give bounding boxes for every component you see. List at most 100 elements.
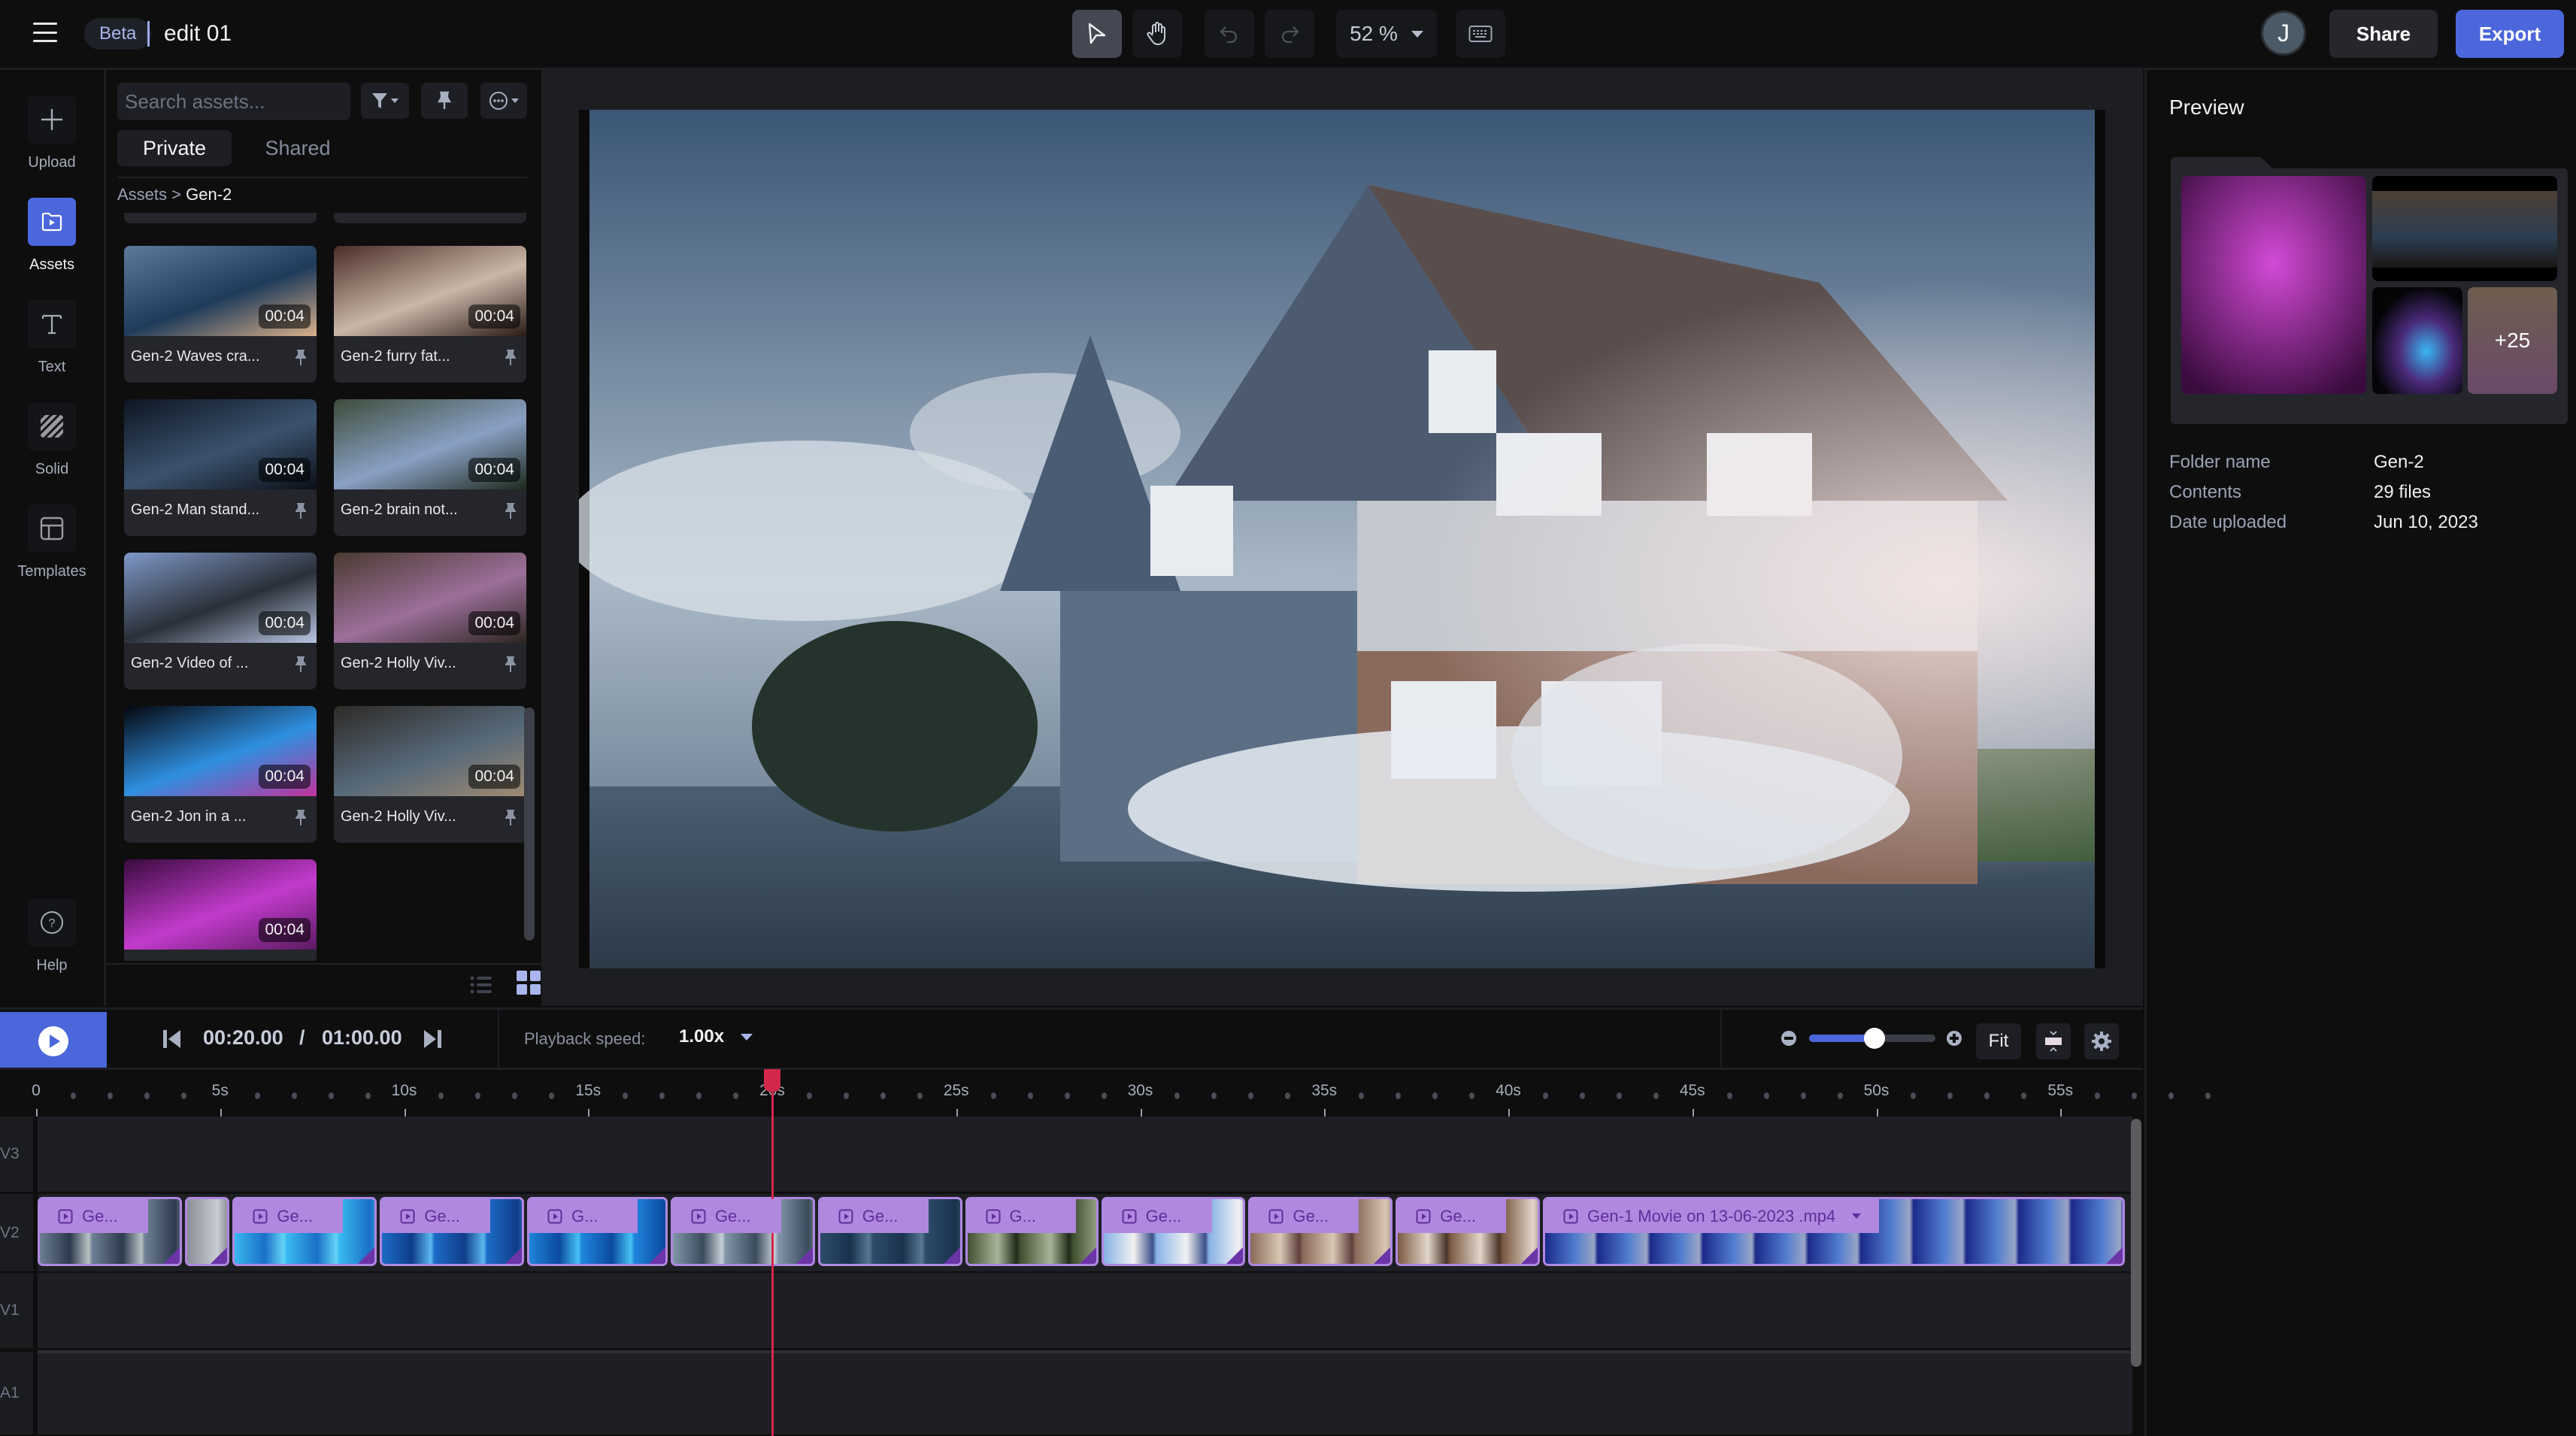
rail-item-help[interactable]: ? Help [0, 898, 104, 974]
share-button[interactable]: Share [2329, 10, 2438, 58]
playback-speed-dropdown[interactable]: 1.00x [679, 1026, 753, 1047]
folder-preview[interactable]: +25 [2171, 157, 2568, 424]
rail-item-text[interactable]: Text [0, 300, 104, 376]
timeline-clip[interactable]: G... [965, 1197, 1099, 1266]
skip-to-end-button[interactable] [423, 1029, 442, 1053]
select-tool-button[interactable] [1072, 10, 1122, 58]
timeline-clip[interactable]: Gen-1 Movie on 13-06-2023 .mp4 [1543, 1197, 2126, 1266]
pin-icon[interactable] [295, 350, 307, 370]
track-lane[interactable] [38, 1352, 2132, 1434]
pin-icon[interactable] [295, 810, 307, 830]
timeline-clip[interactable]: G... [527, 1197, 668, 1266]
asset-card[interactable]: 00:04 Gen-2 Waves cra... [124, 246, 317, 383]
clip-trim-handle[interactable] [648, 1247, 665, 1264]
pin-icon[interactable] [295, 503, 307, 523]
clip-trim-handle[interactable] [211, 1247, 228, 1264]
redo-button[interactable] [1265, 10, 1314, 58]
pin-icon[interactable] [505, 810, 517, 830]
timeline-scrollbar[interactable] [2131, 1119, 2141, 1367]
clip-trim-handle[interactable] [2106, 1247, 2123, 1264]
meta-value: 29 files [2374, 482, 2432, 502]
assets-scrollbar[interactable] [524, 707, 535, 941]
ruler-minor-tick [1616, 1092, 1622, 1099]
zoom-level-dropdown[interactable]: 52 % [1336, 10, 1437, 58]
folder-play-icon [41, 212, 62, 232]
asset-card[interactable]: 00:04 Gen-2 brain not... [334, 399, 526, 536]
timeline-clip[interactable]: Ge... [670, 1197, 815, 1266]
clip-label: Ge... [1293, 1206, 1329, 1225]
play-button[interactable] [0, 1012, 107, 1070]
ruler-minor-tick [1542, 1092, 1548, 1099]
timeline-clip[interactable]: Ge... [38, 1197, 182, 1266]
rail-item-upload[interactable]: Upload [0, 95, 104, 171]
clip-trim-handle[interactable] [943, 1247, 960, 1264]
asset-card[interactable]: 00:04 Gen-2 Holly Viv... [334, 706, 526, 843]
timeline-ruler[interactable]: 05s10s15s20s25s30s35s40s45s50s55s [0, 1068, 2211, 1119]
timeline-clip[interactable]: Ge... [1396, 1197, 1541, 1266]
track-lane[interactable] [38, 1273, 2132, 1348]
timeline-settings-button[interactable] [2084, 1023, 2119, 1059]
rail-item-templates[interactable]: Templates [0, 504, 104, 580]
pin-icon[interactable] [505, 350, 517, 370]
slider-handle[interactable] [1864, 1028, 1886, 1049]
clip-trim-handle[interactable] [162, 1247, 180, 1264]
clip-trim-handle[interactable] [1374, 1247, 1391, 1264]
rail-item-assets[interactable]: Assets [0, 198, 104, 274]
undo-button[interactable] [1205, 10, 1254, 58]
track-v2: V2 Ge... Ge... Ge... G... Ge... Ge... G... Ge...… [0, 1194, 2132, 1271]
asset-card[interactable]: 00:04 Gen-2 Man stand... [124, 399, 317, 536]
clip-trim-handle[interactable] [505, 1247, 523, 1264]
hand-tool-button[interactable] [1132, 10, 1182, 58]
timeline-clip[interactable]: Ge... [380, 1197, 525, 1266]
zoom-in-button[interactable] [1946, 1030, 1962, 1050]
rail-item-solid[interactable]: Solid [0, 402, 104, 478]
track-height-button[interactable] [2036, 1023, 2071, 1059]
grid-view-icon [517, 971, 541, 995]
video-preview-frame[interactable] [579, 110, 2105, 968]
clip-trim-handle[interactable] [796, 1247, 813, 1264]
asset-grid: 00:04 Gen-2 Waves cra... 00:04 Gen-2 furry … [106, 70, 541, 961]
export-button[interactable]: Export [2456, 10, 2564, 58]
ruler-major-tick [1876, 1109, 1878, 1116]
clip-trim-handle[interactable] [1079, 1247, 1096, 1264]
track-lane[interactable] [38, 1116, 2132, 1192]
clip-trim-handle[interactable] [358, 1247, 375, 1264]
ruler-major-tick [1508, 1109, 1510, 1116]
ruler-major-tick [588, 1109, 590, 1116]
pin-icon[interactable] [505, 503, 517, 523]
asset-card[interactable]: 00:04 Gen-2 Jon in a ... [124, 706, 317, 843]
project-title[interactable]: edit 01 [164, 18, 232, 50]
timeline-clip[interactable]: Ge... [817, 1197, 962, 1266]
zoom-out-button[interactable] [1780, 1030, 1797, 1050]
ruler-minor-tick [180, 1092, 186, 1099]
fit-button[interactable]: Fit [1976, 1023, 2021, 1059]
timeline-clip[interactable]: Ge... [1101, 1197, 1246, 1266]
playhead-handle[interactable] [764, 1069, 780, 1092]
playhead-line [771, 1083, 774, 1436]
chevron-down-icon[interactable] [1852, 1213, 1862, 1219]
pin-icon[interactable] [505, 656, 517, 677]
ruler-label: 45s [1679, 1082, 1705, 1099]
track-lane[interactable]: Ge... Ge... Ge... G... Ge... Ge... G... Ge... Ge… [38, 1194, 2132, 1271]
clip-trim-handle[interactable] [1521, 1247, 1538, 1264]
time-separator: / [299, 1026, 305, 1049]
list-view-button[interactable] [470, 974, 492, 1000]
asset-card[interactable]: 00:04 Gen-2 Holly Viv... [334, 553, 526, 689]
clip-video-icon [1268, 1209, 1283, 1223]
timeline-clip[interactable]: Ge... [1248, 1197, 1393, 1266]
pin-icon[interactable] [295, 656, 307, 677]
asset-duration: 00:04 [259, 304, 311, 329]
menu-icon[interactable] [33, 23, 57, 42]
asset-card[interactable]: 00:04 [124, 859, 317, 961]
asset-card[interactable]: 00:04 Gen-2 furry fat... [334, 246, 526, 383]
user-avatar[interactable]: J [2261, 11, 2306, 56]
timeline-clip[interactable] [184, 1197, 230, 1266]
grid-view-button[interactable] [517, 971, 541, 998]
skip-to-start-button[interactable] [162, 1029, 182, 1053]
timeline-zoom-slider[interactable] [1809, 1028, 1935, 1049]
timeline-clip[interactable]: Ge... [232, 1197, 377, 1266]
keyboard-shortcuts-button[interactable] [1456, 10, 1505, 58]
clip-trim-handle[interactable] [1226, 1247, 1244, 1264]
top-bar: Beta edit 01 52 % J Share Export [0, 0, 2576, 70]
asset-card[interactable]: 00:04 Gen-2 Video of ... [124, 553, 317, 689]
